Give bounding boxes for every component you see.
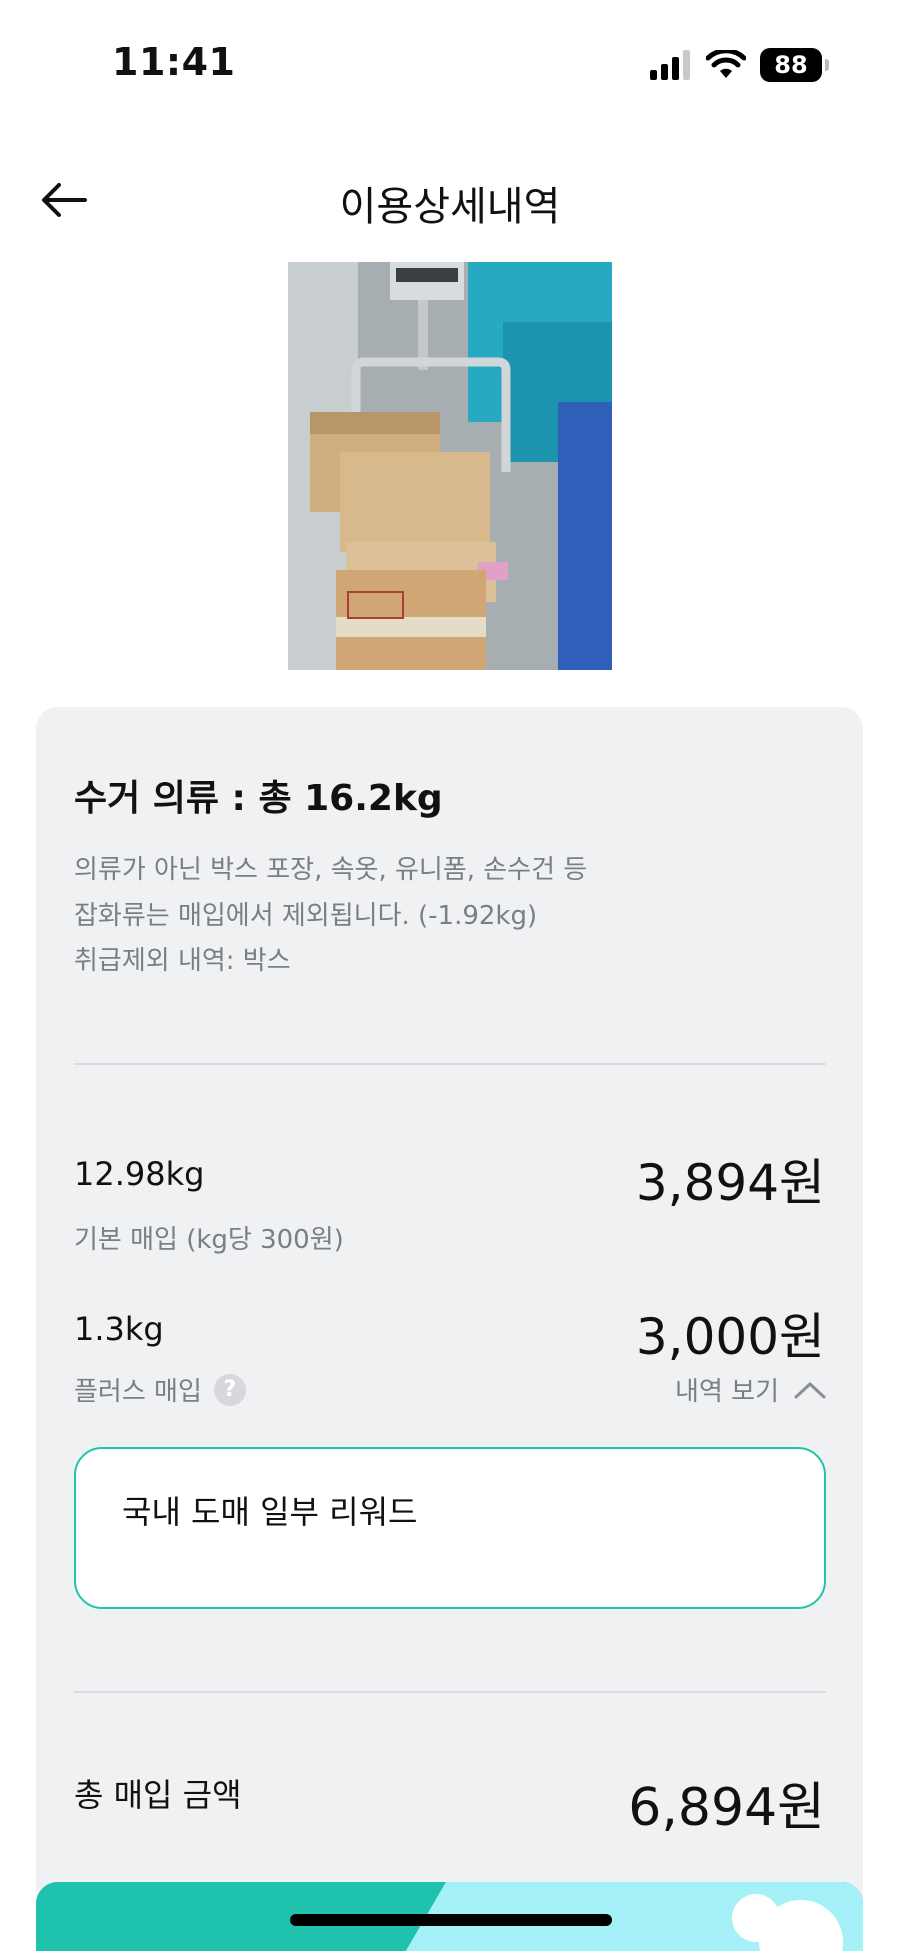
plus-purchase-amount: 3,000원	[635, 1308, 825, 1366]
help-icon[interactable]: ?	[213, 1373, 246, 1406]
battery-level: 88	[774, 51, 808, 79]
plus-purchase-label-text: 플러스 매입	[74, 1377, 202, 1407]
excluded-items-note: 취급제외 내역: 박스	[74, 946, 291, 976]
plus-purchase-detail-box: 국내 도매 일부 리워드	[74, 1447, 826, 1609]
page-title: 이용상세내역	[339, 184, 561, 230]
battery-icon: 88	[760, 48, 829, 82]
divider	[74, 1691, 826, 1693]
basic-purchase-weight: 12.98kg	[74, 1155, 205, 1193]
view-details-label: 내역 보기	[675, 1377, 779, 1407]
basic-purchase-amount: 3,894원	[635, 1154, 825, 1212]
domestic-wholesale-reward: 국내 도매 일부 리워드	[122, 1493, 418, 1531]
cellular-signal-icon	[650, 50, 690, 80]
collection-photo-image	[288, 262, 612, 670]
plus-purchase-label: 플러스 매입 ?	[74, 1371, 246, 1408]
status-time: 11:41	[112, 40, 236, 84]
exclusion-note-line-1: 의류가 아닌 박스 포장, 속옷, 유니폼, 손수건 등	[74, 855, 588, 885]
home-indicator	[290, 1914, 612, 1926]
status-bar: 11:41 88	[0, 0, 900, 130]
collection-photo[interactable]	[288, 262, 612, 670]
header: 이용상세내역	[0, 160, 900, 240]
total-purchase-amount: 6,894원	[628, 1778, 825, 1838]
status-icons: 88	[650, 46, 829, 84]
chevron-up-icon	[794, 1382, 826, 1398]
total-purchase-label: 총 매입 금액	[74, 1776, 242, 1814]
view-details-toggle[interactable]: 내역 보기	[675, 1371, 827, 1408]
wifi-icon	[706, 50, 746, 78]
collected-clothes-total: 수거 의류 : 총 16.2kg	[74, 778, 443, 819]
plus-purchase-weight: 1.3kg	[74, 1310, 164, 1348]
basic-purchase-label-text: 기본 매입 (kg당 300원)	[74, 1225, 344, 1255]
exclusion-note-line-2: 잡화류는 매입에서 제외됩니다. (-1.92kg)	[74, 901, 538, 931]
detail-card: 수거 의류 : 총 16.2kg 의류가 아닌 박스 포장, 속옷, 유니폼, …	[36, 707, 863, 1951]
basic-purchase-label: 기본 매입 (kg당 300원)	[74, 1219, 344, 1256]
divider	[74, 1063, 826, 1065]
